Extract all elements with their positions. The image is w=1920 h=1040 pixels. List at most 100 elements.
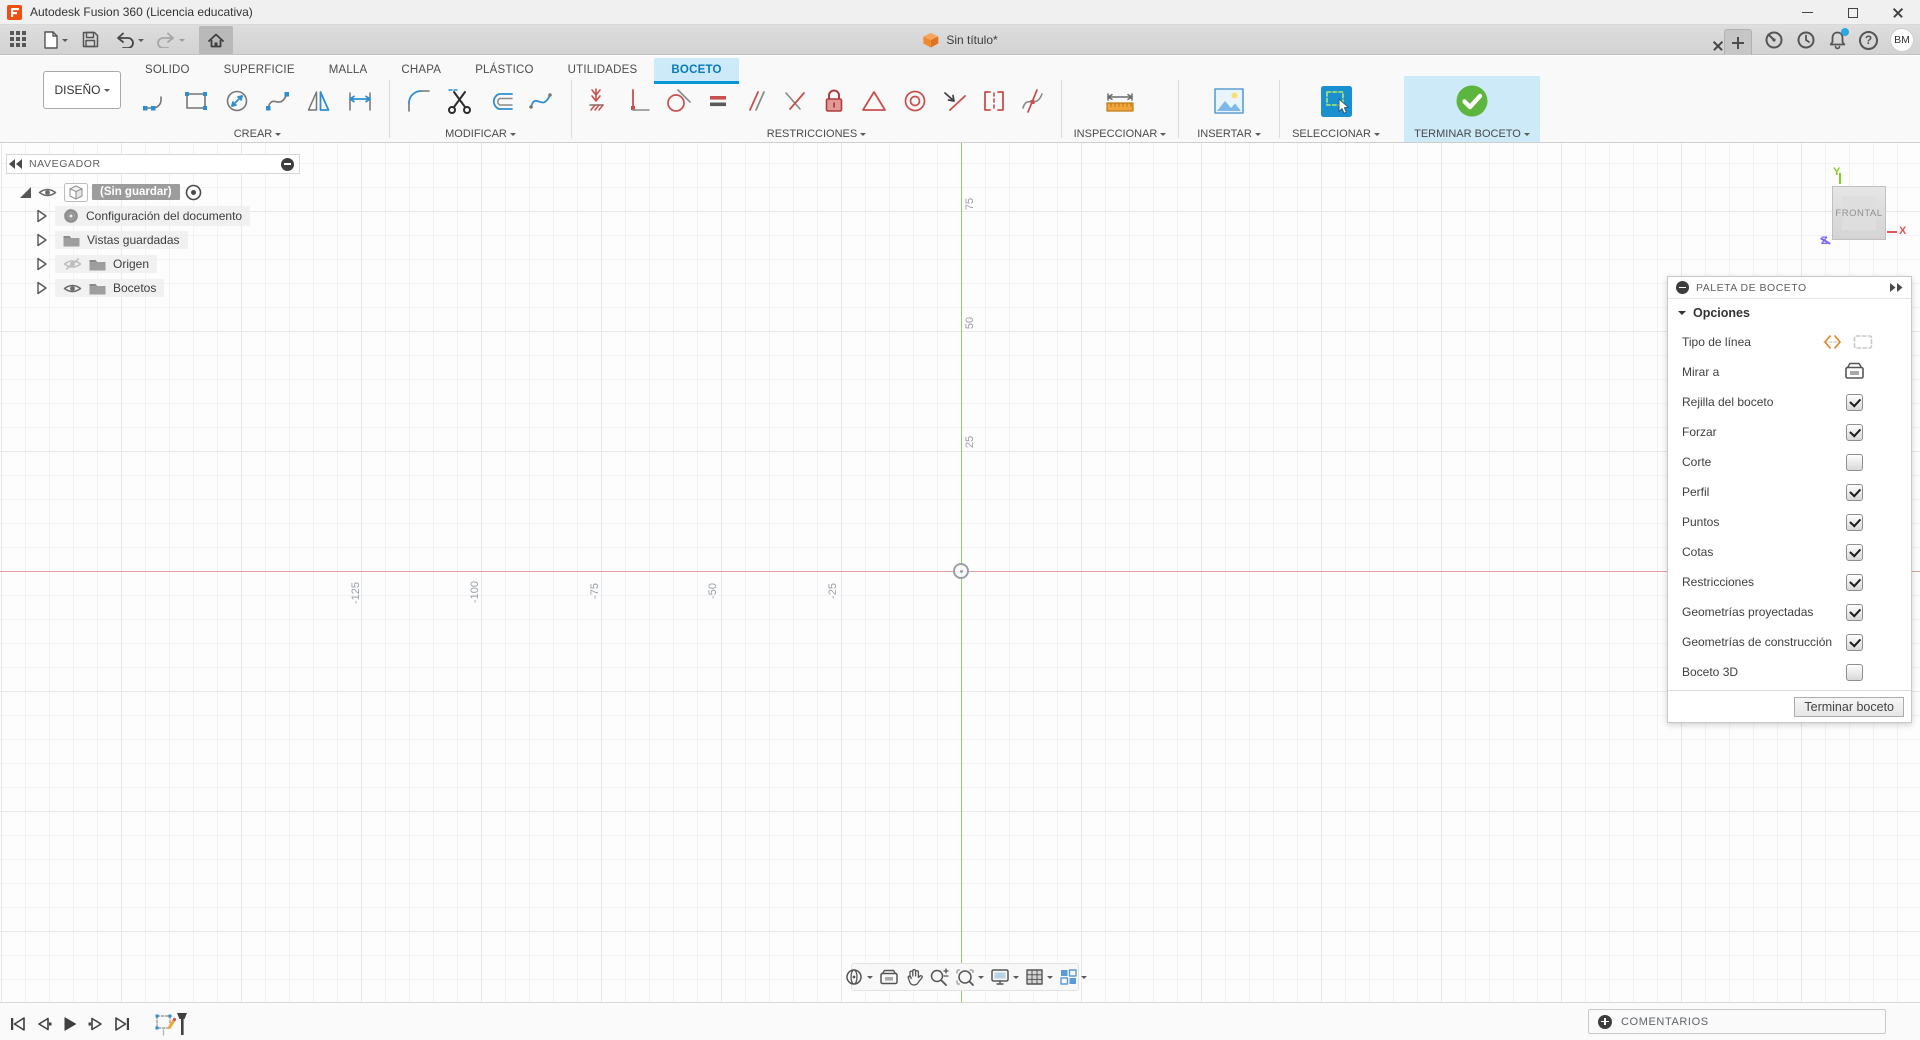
- spline-tool-button[interactable]: [263, 86, 293, 116]
- terminar-boceto-menu[interactable]: TERMINAR BOCETO: [1414, 126, 1530, 142]
- home-view-button[interactable]: [199, 26, 233, 54]
- collapsed-caret-icon[interactable]: [36, 281, 47, 295]
- modificar-menu[interactable]: MODIFICAR: [445, 126, 516, 142]
- timeline-sketch-marker[interactable]: [154, 1011, 188, 1037]
- profile-checkbox[interactable]: [1846, 484, 1863, 501]
- orbit-caret[interactable]: [867, 976, 873, 982]
- navigator-item-saved-views[interactable]: Vistas guardadas: [36, 229, 188, 251]
- rectangle-tool-button[interactable]: [181, 86, 211, 116]
- fit-caret[interactable]: [978, 976, 984, 982]
- perpendicular-constraint-icon[interactable]: [625, 86, 653, 116]
- workspace-switcher[interactable]: DISEÑO: [43, 71, 121, 109]
- inspeccionar-menu[interactable]: INSPECCIONAR: [1074, 126, 1167, 142]
- save-button[interactable]: [78, 26, 103, 54]
- dimensions-checkbox[interactable]: [1846, 544, 1863, 561]
- maximize-button[interactable]: [1830, 0, 1875, 25]
- display-settings-button[interactable]: [990, 968, 1019, 986]
- viewcube[interactable]: FRONTAL: [1832, 186, 1886, 240]
- look-at-icon[interactable]: [1844, 362, 1865, 380]
- collapse-left-icon[interactable]: [9, 159, 23, 169]
- extensions-button[interactable]: [1764, 30, 1784, 50]
- symmetry-constraint-icon[interactable]: [980, 86, 1008, 116]
- terminar-boceto-button[interactable]: Terminar boceto: [1794, 697, 1904, 717]
- crear-menu[interactable]: CREAR: [234, 126, 282, 142]
- insertar-menu[interactable]: INSERTAR: [1197, 126, 1261, 142]
- palette-header[interactable]: PALETA DE BOCETO: [1668, 277, 1911, 299]
- fit-button[interactable]: [955, 968, 984, 987]
- lock-constraint-icon[interactable]: [820, 86, 848, 116]
- line-tool-button[interactable]: [140, 86, 170, 116]
- finish-sketch-button[interactable]: [1455, 84, 1489, 118]
- skip-to-end-button[interactable]: [114, 1016, 130, 1032]
- step-forward-button[interactable]: [88, 1016, 104, 1032]
- help-button[interactable]: ?: [1859, 31, 1878, 50]
- collapse-right-icon[interactable]: [1890, 283, 1903, 292]
- collapsed-caret-icon[interactable]: [36, 233, 47, 247]
- trim-scissors-button[interactable]: [445, 86, 475, 116]
- measure-tool-button[interactable]: [1103, 86, 1137, 116]
- palette-options-icon[interactable]: [1676, 281, 1689, 294]
- undo-history-caret[interactable]: [138, 39, 144, 45]
- sketch-3d-checkbox[interactable]: [1846, 664, 1863, 681]
- user-avatar[interactable]: BM: [1890, 28, 1914, 52]
- viewports-caret[interactable]: [1081, 976, 1087, 982]
- restricciones-menu[interactable]: RESTRICCIONES: [767, 126, 866, 142]
- app-grid-button[interactable]: [6, 26, 31, 54]
- document-tab[interactable]: Sin título*: [922, 25, 997, 55]
- circle-tool-button[interactable]: [222, 86, 252, 116]
- parallel-constraint-icon[interactable]: [742, 86, 770, 116]
- eye-hidden-icon[interactable]: [63, 257, 82, 271]
- colinear-constraint-icon[interactable]: [781, 86, 809, 116]
- tangent-constraint-icon[interactable]: [664, 86, 694, 116]
- play-button[interactable]: [62, 1015, 78, 1033]
- activate-target-icon[interactable]: [185, 184, 202, 201]
- new-document-tab-button[interactable]: [1724, 29, 1752, 55]
- midpoint-constraint-icon[interactable]: [941, 86, 969, 116]
- mirror-tool-button[interactable]: [304, 86, 334, 116]
- collapsed-caret-icon[interactable]: [36, 209, 47, 223]
- snap-checkbox[interactable]: [1846, 424, 1863, 441]
- dimension-tool-button[interactable]: [345, 86, 375, 116]
- grid-caret[interactable]: [1047, 976, 1053, 982]
- slice-checkbox[interactable]: [1846, 454, 1863, 471]
- navigator-item-document-settings[interactable]: Configuración del documento: [36, 205, 250, 227]
- navigator-item-sketches[interactable]: Bocetos: [36, 277, 164, 299]
- visibility-eye-icon[interactable]: [63, 282, 82, 295]
- navigator-item-origin[interactable]: Origen: [36, 253, 157, 275]
- display-caret[interactable]: [1013, 976, 1019, 982]
- constraints-checkbox[interactable]: [1846, 574, 1863, 591]
- navigator-header[interactable]: NAVEGADOR: [6, 154, 300, 174]
- linetype-construction-icon[interactable]: [1853, 334, 1873, 350]
- collapsed-caret-icon[interactable]: [36, 257, 47, 271]
- look-at-button[interactable]: [879, 969, 899, 986]
- navigator-options-icon[interactable]: [281, 158, 294, 171]
- skip-to-start-button[interactable]: [10, 1016, 26, 1032]
- equal-constraint-icon[interactable]: [705, 86, 731, 116]
- root-document-label[interactable]: (Sin guardar): [92, 184, 180, 200]
- insert-image-button[interactable]: [1213, 87, 1245, 115]
- close-button[interactable]: [1875, 0, 1920, 25]
- zoom-button[interactable]: [929, 968, 949, 987]
- points-checkbox[interactable]: [1846, 514, 1863, 531]
- curvature-constraint-icon[interactable]: [1019, 86, 1047, 116]
- viewport-canvas[interactable]: 75 50 25 -125 -100 -75 -50 -25 NAVEGADOR…: [0, 143, 1920, 1002]
- projected-geometry-checkbox[interactable]: [1846, 604, 1863, 621]
- seleccionar-menu[interactable]: SELECCIONAR: [1292, 126, 1380, 142]
- file-menu-button[interactable]: [39, 26, 72, 54]
- grid-settings-button[interactable]: [1025, 968, 1053, 986]
- palette-section-opciones[interactable]: Opciones: [1668, 299, 1911, 327]
- fillet-tool-button[interactable]: [404, 86, 434, 116]
- offset-tool-button[interactable]: [486, 86, 516, 116]
- fixed-constraint-icon[interactable]: [586, 86, 614, 116]
- notifications-button[interactable]: [1828, 30, 1847, 50]
- comments-bar[interactable]: COMENTARIOS: [1588, 1009, 1886, 1034]
- select-tool-button[interactable]: [1321, 86, 1352, 117]
- construction-geometry-checkbox[interactable]: [1846, 634, 1863, 651]
- add-comment-icon[interactable]: [1598, 1015, 1612, 1029]
- expand-triangle-icon[interactable]: [18, 186, 31, 199]
- visibility-eye-icon[interactable]: [38, 186, 57, 199]
- redo-button[interactable]: [152, 26, 189, 54]
- linetype-normal-icon[interactable]: [1823, 334, 1841, 350]
- viewports-button[interactable]: [1059, 968, 1087, 986]
- redo-history-caret[interactable]: [179, 39, 185, 45]
